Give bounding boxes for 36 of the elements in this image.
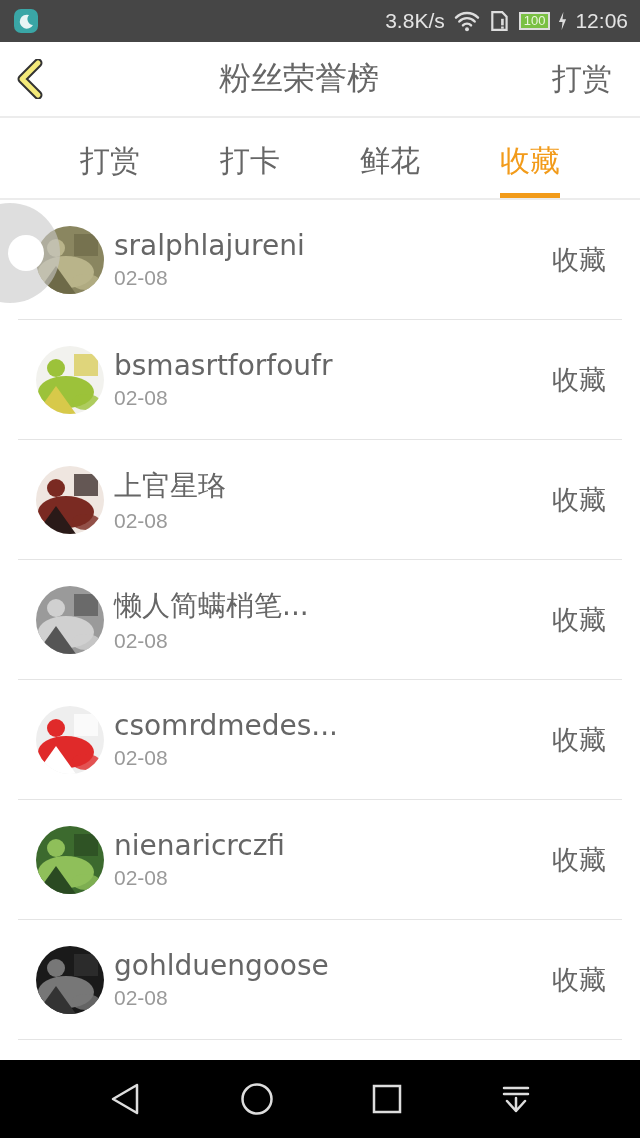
tab[interactable]: 打赏 — [80, 122, 140, 198]
action-label: 收藏 — [552, 602, 606, 637]
date: 02-08 — [114, 508, 169, 533]
recent-apps-icon[interactable] — [372, 1084, 403, 1114]
action-label: 收藏 — [552, 722, 606, 757]
action-label: 收藏 — [552, 962, 606, 997]
action-label: 收藏 — [552, 362, 606, 397]
pull-down-icon[interactable] — [500, 1084, 531, 1114]
tab[interactable]: 鲜花 — [360, 122, 420, 198]
date: 02-08 — [114, 386, 169, 410]
action-label: 收藏 — [552, 242, 606, 277]
moon-app-icon — [14, 9, 38, 33]
fan-name: csomrdmedes... — [114, 709, 339, 742]
action-label: 收藏 — [552, 482, 606, 517]
action-label: 收藏 — [552, 842, 606, 877]
reward-button[interactable]: 打赏 — [552, 58, 612, 100]
date: 02-08 — [114, 266, 169, 290]
clock: 12:06 — [575, 9, 628, 33]
date: 02-08 — [114, 746, 169, 770]
battery-indicator: 100 — [518, 12, 551, 30]
sim-card-icon — [488, 10, 511, 32]
date: 02-08 — [114, 628, 169, 653]
fan-name: sralphlajureni — [114, 229, 306, 262]
fan-name: 懒人简螨梢笔... — [114, 587, 310, 624]
fan-name: gohlduengoose — [114, 949, 330, 982]
network-speed: 3.8K/s — [385, 9, 445, 33]
charging-icon — [558, 11, 568, 31]
fan-name: 上官星珞 — [114, 467, 227, 504]
wifi-icon — [452, 10, 481, 32]
date: 02-08 — [114, 866, 169, 890]
tab[interactable]: 打卡 — [220, 122, 280, 198]
date: 02-08 — [114, 986, 169, 1010]
page-title: 粉丝荣誉榜 — [219, 58, 379, 99]
fan-name: bsmasrtforfoufr — [114, 349, 334, 382]
home-icon[interactable] — [239, 1082, 274, 1116]
fan-name: nienaricrczfi — [114, 829, 286, 862]
